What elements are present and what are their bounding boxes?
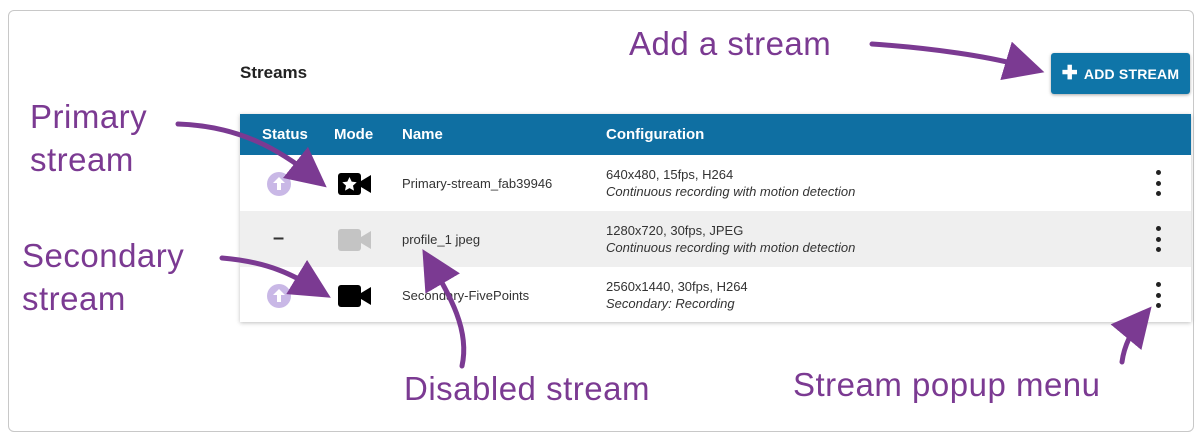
annotation-arrows <box>175 41 1152 369</box>
arrow-to-add-button <box>869 41 1045 80</box>
arrow-to-primary-stream <box>175 121 327 188</box>
arrow-to-disabled-stream <box>422 249 467 369</box>
arrow-to-popup-menu <box>1110 306 1152 365</box>
arrow-to-secondary-stream <box>219 255 331 298</box>
